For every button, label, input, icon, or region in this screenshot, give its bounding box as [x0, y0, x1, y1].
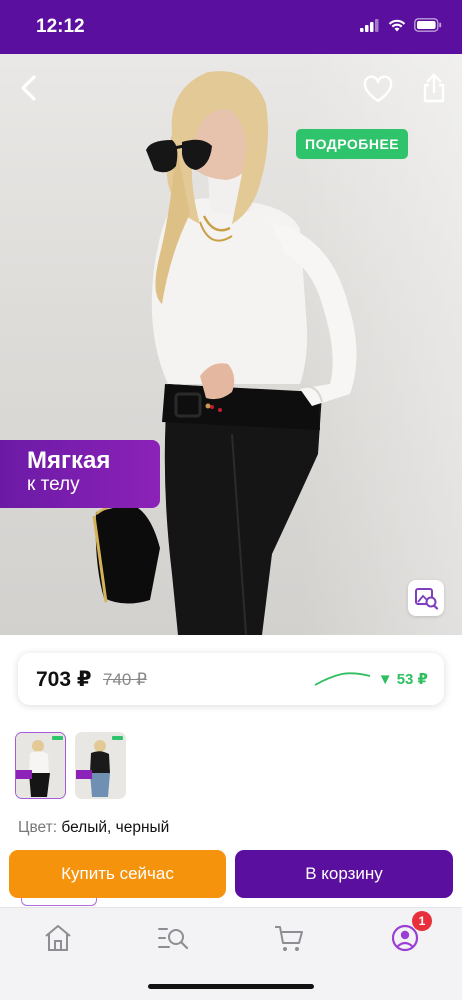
promo-banner: Мягкая к телу — [0, 440, 160, 508]
thumbnail-black[interactable] — [75, 732, 126, 799]
status-bar: 12:12 — [0, 0, 462, 54]
product-image[interactable]: ПОДРОБНЕЕ Мягкая к телу — [0, 54, 462, 635]
wifi-icon — [388, 19, 406, 31]
profile-badge: 1 — [412, 911, 432, 931]
home-icon[interactable] — [41, 921, 75, 955]
color-thumbnails — [15, 732, 126, 799]
thumbnail-white[interactable] — [15, 732, 66, 799]
promo-title: Мягкая — [27, 447, 111, 474]
price-trend-icon — [314, 672, 371, 686]
status-icons — [360, 18, 442, 32]
color-row: Цвет: белый, черный — [18, 819, 169, 837]
price-card[interactable]: 703 ₽ 740 ₽ ▼ 53 ₽ — [18, 653, 444, 705]
add-to-cart-button[interactable]: В корзину — [235, 850, 453, 898]
status-time: 12:12 — [36, 16, 85, 37]
price-old: 740 ₽ — [103, 670, 147, 689]
visual-search-icon — [415, 588, 439, 610]
color-label: Цвет: — [18, 819, 58, 836]
promo-subtitle: к телу — [27, 474, 80, 495]
back-arrow-icon[interactable] — [14, 72, 46, 104]
heart-icon[interactable] — [362, 74, 394, 106]
visual-search-button[interactable] — [408, 580, 444, 616]
price-drop: ▼ 53 ₽ — [377, 671, 428, 688]
home-indicator — [148, 984, 314, 989]
details-badge[interactable]: ПОДРОБНЕЕ — [296, 129, 409, 159]
signal-icon — [360, 18, 379, 32]
thumbnail-white-image — [16, 733, 64, 797]
catalog-search-icon[interactable] — [156, 921, 190, 955]
color-value: белый, черный — [61, 819, 170, 836]
thumbnail-black-image — [76, 733, 124, 797]
share-icon[interactable] — [420, 72, 448, 104]
action-bar: Купить сейчас В корзину — [0, 850, 462, 902]
price-current: 703 ₽ — [36, 668, 92, 691]
buy-now-button[interactable]: Купить сейчас — [9, 850, 226, 898]
battery-icon — [414, 18, 442, 32]
cart-icon[interactable] — [272, 921, 306, 955]
